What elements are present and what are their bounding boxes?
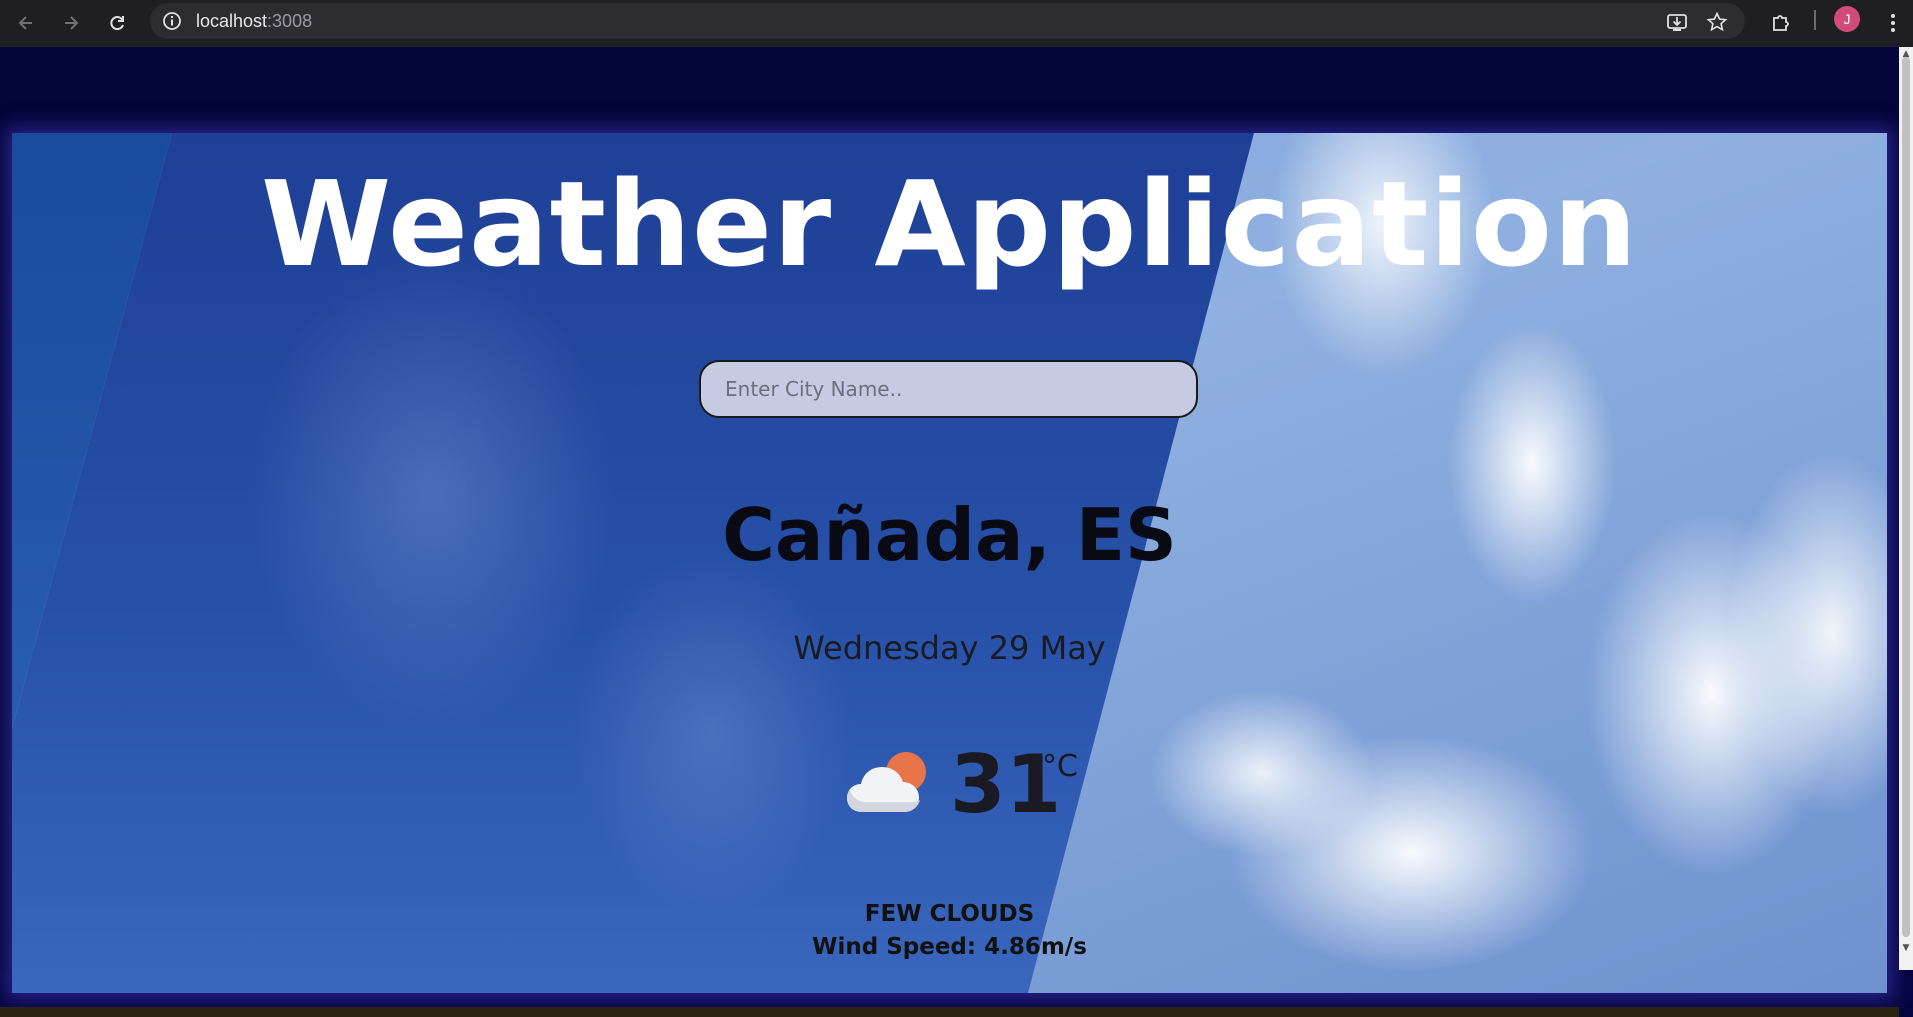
current-date: Wednesday 29 May	[793, 629, 1106, 667]
temperature-unit: °C	[1042, 749, 1078, 784]
cloud-sun-icon	[847, 752, 926, 812]
kebab-menu-icon	[1891, 14, 1895, 32]
info-icon[interactable]	[162, 11, 182, 31]
reload-button[interactable]	[100, 6, 134, 40]
taskbar-strip	[0, 1007, 1899, 1017]
weather-description: FEW CLOUDS	[864, 901, 1035, 927]
scroll-down-arrow[interactable]: ▼	[1901, 943, 1911, 953]
back-button[interactable]	[9, 6, 43, 40]
page-viewport: Weather Application Cañada, ES Wednesday…	[0, 47, 1899, 1017]
browser-menu-button[interactable]	[1876, 6, 1910, 40]
bookmark-star-icon[interactable]	[1706, 11, 1728, 33]
url-text: localhost:3008	[196, 11, 312, 32]
profile-avatar[interactable]: J	[1834, 6, 1860, 32]
app-title: Weather Application	[261, 155, 1638, 293]
city-name: Cañada, ES	[722, 493, 1177, 577]
page-scrollbar[interactable]: ▲ ▼	[1899, 47, 1913, 970]
reload-icon	[110, 16, 124, 31]
puzzle-icon	[1773, 15, 1789, 31]
city-search-input[interactable]	[699, 360, 1198, 418]
url-port: :3008	[267, 11, 313, 31]
extensions-button[interactable]	[1764, 6, 1798, 40]
toolbar-divider	[1814, 10, 1816, 30]
forward-button[interactable]	[54, 6, 88, 40]
wind-speed: Wind Speed: 4.86m/s	[812, 934, 1087, 960]
arrow-right-icon	[65, 16, 79, 30]
browser-toolbar: localhost:3008 J	[0, 0, 1913, 47]
address-bar[interactable]: localhost:3008	[150, 3, 1745, 39]
weather-card: Weather Application Cañada, ES Wednesday…	[12, 133, 1887, 993]
scrollbar-thumb[interactable]	[1902, 57, 1910, 937]
arrow-left-icon	[18, 16, 32, 30]
url-host: localhost	[196, 11, 268, 31]
install-app-icon[interactable]	[1666, 11, 1688, 33]
